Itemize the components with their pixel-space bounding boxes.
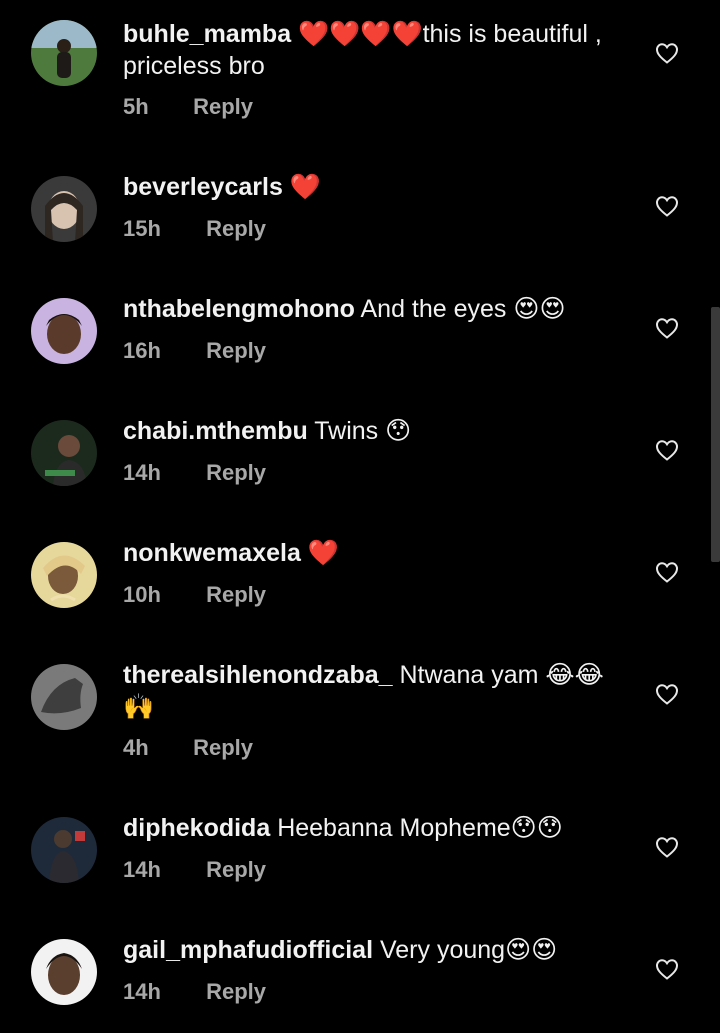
comment-username[interactable]: therealsihlenondzaba_ — [123, 661, 393, 689]
comment-meta: 14h Reply — [123, 857, 266, 883]
comment-meta: 4h Reply — [123, 735, 253, 761]
comment-time: 16h — [123, 338, 161, 363]
comment-username[interactable]: diphekodida — [123, 814, 270, 842]
comment-username[interactable]: buhle_mamba — [123, 20, 291, 48]
like-button[interactable] — [655, 561, 679, 583]
comment-text-block: nthabelengmohono And the eyes 😍😍 — [123, 293, 623, 325]
reply-button[interactable]: Reply — [206, 857, 266, 882]
comment-time: 15h — [123, 216, 161, 241]
like-button[interactable] — [655, 439, 679, 461]
heart-outline-icon — [655, 684, 679, 705]
comment-text-block: diphekodida Heebanna Mopheme😯😯 — [123, 812, 623, 844]
like-button[interactable] — [655, 195, 679, 217]
like-button[interactable] — [655, 958, 679, 980]
comment-time: 14h — [123, 857, 161, 882]
comment-text-block: gail_mphafudiofficial Very young😍😍 — [123, 934, 623, 966]
comment-text-block: chabi.mthembu Twins 😯 — [123, 415, 623, 447]
heart-outline-icon — [655, 43, 679, 64]
like-button[interactable] — [655, 683, 679, 705]
avatar[interactable] — [31, 939, 97, 1005]
comment-text: And the eyes 😍😍 — [360, 295, 566, 323]
heart-outline-icon — [655, 196, 679, 217]
comment-username[interactable]: beverleycarls — [123, 173, 283, 201]
comment-text: Very young😍😍 — [379, 936, 558, 964]
reply-button[interactable]: Reply — [206, 582, 266, 607]
comment-text-block: nonkwemaxela ❤️ — [123, 537, 623, 569]
reply-button[interactable]: Reply — [206, 338, 266, 363]
comment-text: ❤️ — [289, 173, 321, 201]
comment-time: 14h — [123, 979, 161, 1004]
like-button[interactable] — [655, 317, 679, 339]
comment-meta: 14h Reply — [123, 979, 266, 1005]
avatar[interactable] — [31, 298, 97, 364]
comment-username[interactable]: nonkwemaxela — [123, 539, 301, 567]
comment-meta: 14h Reply — [123, 460, 266, 486]
comment-text: Heebanna Mopheme😯😯 — [277, 814, 563, 842]
scrollbar[interactable] — [711, 307, 720, 562]
comment-meta: 10h Reply — [123, 582, 266, 608]
reply-button[interactable]: Reply — [206, 979, 266, 1004]
comment-text-block: therealsihlenondzaba_ Ntwana yam 😂😂 🙌 — [123, 659, 623, 723]
avatar[interactable] — [31, 664, 97, 730]
comment-username[interactable]: gail_mphafudiofficial — [123, 936, 373, 964]
comment-username[interactable]: chabi.mthembu — [123, 417, 308, 445]
comment-meta: 16h Reply — [123, 338, 266, 364]
comment-time: 4h — [123, 735, 149, 760]
comment-meta: 5h Reply — [123, 94, 253, 120]
comment-time: 5h — [123, 94, 149, 119]
comment-text: ❤️ — [307, 539, 339, 567]
comment-text-block: buhle_mamba ❤️❤️❤️❤️this is beautiful , … — [123, 18, 623, 82]
avatar[interactable] — [31, 817, 97, 883]
heart-outline-icon — [655, 959, 679, 980]
comment-text: Twins 😯 — [314, 417, 412, 445]
reply-button[interactable]: Reply — [193, 735, 253, 760]
like-button[interactable] — [655, 836, 679, 858]
comment-username[interactable]: nthabelengmohono — [123, 295, 355, 323]
comment-time: 14h — [123, 460, 161, 485]
reply-button[interactable]: Reply — [206, 460, 266, 485]
avatar[interactable] — [31, 20, 97, 86]
heart-outline-icon — [655, 837, 679, 858]
comment-time: 10h — [123, 582, 161, 607]
avatar[interactable] — [31, 176, 97, 242]
avatar[interactable] — [31, 420, 97, 486]
reply-button[interactable]: Reply — [193, 94, 253, 119]
like-button[interactable] — [655, 42, 679, 64]
reply-button[interactable]: Reply — [206, 216, 266, 241]
comment-meta: 15h Reply — [123, 216, 266, 242]
heart-outline-icon — [655, 562, 679, 583]
heart-outline-icon — [655, 318, 679, 339]
avatar[interactable] — [31, 542, 97, 608]
comment-text-block: beverleycarls ❤️ — [123, 171, 623, 203]
heart-outline-icon — [655, 440, 679, 461]
